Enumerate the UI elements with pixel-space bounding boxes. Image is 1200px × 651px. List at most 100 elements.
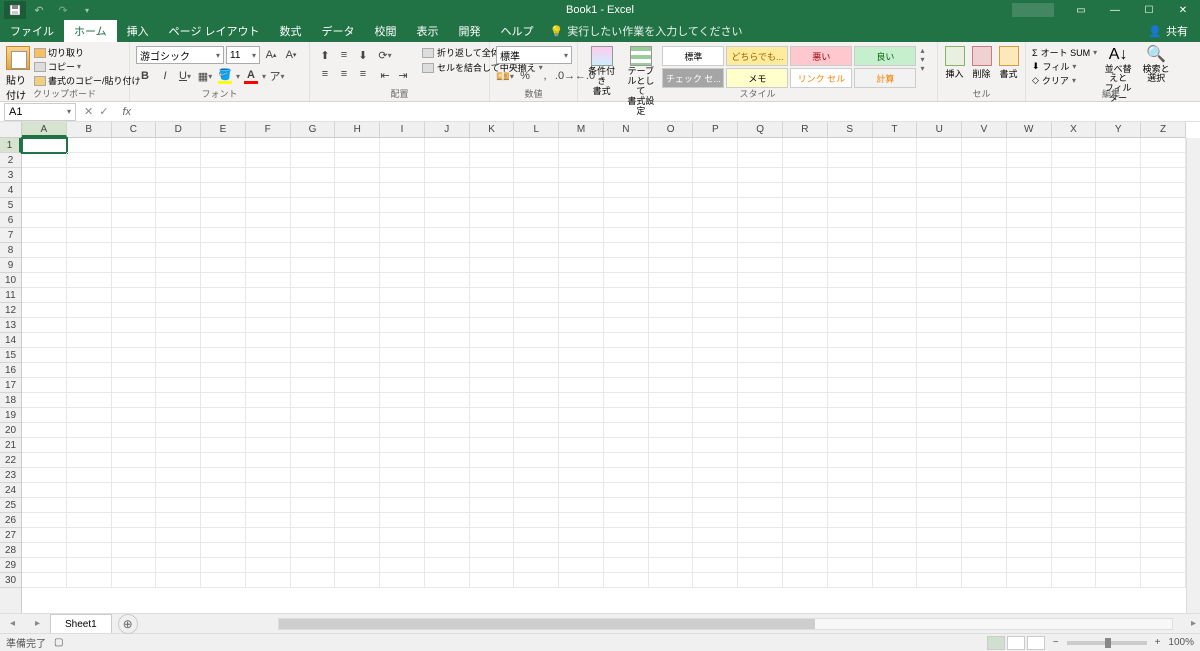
cell-A19[interactable]	[22, 408, 67, 423]
cell-L7[interactable]	[514, 228, 559, 243]
cell-T23[interactable]	[873, 468, 918, 483]
cell-N13[interactable]	[604, 318, 649, 333]
cell-Q3[interactable]	[738, 168, 783, 183]
cell-E2[interactable]	[201, 153, 246, 168]
cell-J6[interactable]	[425, 213, 470, 228]
cell-D30[interactable]	[156, 573, 201, 588]
cell-L16[interactable]	[514, 363, 559, 378]
cell-X15[interactable]	[1052, 348, 1097, 363]
cell-H20[interactable]	[335, 423, 380, 438]
cell-L10[interactable]	[514, 273, 559, 288]
cell-F2[interactable]	[246, 153, 291, 168]
cell-O9[interactable]	[649, 258, 694, 273]
cell-K30[interactable]	[470, 573, 515, 588]
macro-record-icon[interactable]: ▢	[54, 637, 63, 648]
cell-V18[interactable]	[962, 393, 1007, 408]
row-header-3[interactable]: 3	[0, 168, 21, 183]
cell-I23[interactable]	[380, 468, 425, 483]
cell-U27[interactable]	[917, 528, 962, 543]
cell-U11[interactable]	[917, 288, 962, 303]
cell-styles-gallery[interactable]: 標準どちらでも...悪い良いチェック セ...メモリンク セル計算	[662, 46, 916, 88]
cell-N12[interactable]	[604, 303, 649, 318]
cell-C13[interactable]	[112, 318, 157, 333]
cell-L3[interactable]	[514, 168, 559, 183]
cell-V22[interactable]	[962, 453, 1007, 468]
cell-E5[interactable]	[201, 198, 246, 213]
cell-I21[interactable]	[380, 438, 425, 453]
cell-U13[interactable]	[917, 318, 962, 333]
cell-L29[interactable]	[514, 558, 559, 573]
cell-H19[interactable]	[335, 408, 380, 423]
cell-F6[interactable]	[246, 213, 291, 228]
cell-A5[interactable]	[22, 198, 67, 213]
increase-font-button[interactable]: A▴	[262, 46, 280, 64]
cell-C12[interactable]	[112, 303, 157, 318]
cell-U12[interactable]	[917, 303, 962, 318]
cell-M25[interactable]	[559, 498, 604, 513]
cell-M15[interactable]	[559, 348, 604, 363]
cell-X22[interactable]	[1052, 453, 1097, 468]
cell-P9[interactable]	[693, 258, 738, 273]
cell-H13[interactable]	[335, 318, 380, 333]
cell-G16[interactable]	[291, 363, 336, 378]
row-header-30[interactable]: 30	[0, 573, 21, 588]
cell-A15[interactable]	[22, 348, 67, 363]
align-center-button[interactable]: ≡	[335, 65, 353, 83]
tab-挿入[interactable]: 挿入	[117, 20, 159, 42]
cell-V2[interactable]	[962, 153, 1007, 168]
cell-R19[interactable]	[783, 408, 828, 423]
cell-K2[interactable]	[470, 153, 515, 168]
cell-K24[interactable]	[470, 483, 515, 498]
cell-I16[interactable]	[380, 363, 425, 378]
cell-V5[interactable]	[962, 198, 1007, 213]
cell-Q24[interactable]	[738, 483, 783, 498]
cell-C21[interactable]	[112, 438, 157, 453]
cell-G26[interactable]	[291, 513, 336, 528]
cell-Z1[interactable]	[1141, 138, 1186, 153]
cell-Z29[interactable]	[1141, 558, 1186, 573]
cell-A18[interactable]	[22, 393, 67, 408]
cell-A23[interactable]	[22, 468, 67, 483]
cell-S27[interactable]	[828, 528, 873, 543]
cell-W29[interactable]	[1007, 558, 1052, 573]
cell-J1[interactable]	[425, 138, 470, 153]
cell-P10[interactable]	[693, 273, 738, 288]
cell-N2[interactable]	[604, 153, 649, 168]
cell-H27[interactable]	[335, 528, 380, 543]
cell-F28[interactable]	[246, 543, 291, 558]
cell-A6[interactable]	[22, 213, 67, 228]
row-header-5[interactable]: 5	[0, 198, 21, 213]
cell-Q26[interactable]	[738, 513, 783, 528]
cell-M7[interactable]	[559, 228, 604, 243]
cell-U5[interactable]	[917, 198, 962, 213]
cell-J26[interactable]	[425, 513, 470, 528]
cell-H8[interactable]	[335, 243, 380, 258]
cell-I9[interactable]	[380, 258, 425, 273]
cell-Q23[interactable]	[738, 468, 783, 483]
cell-Z24[interactable]	[1141, 483, 1186, 498]
cell-C23[interactable]	[112, 468, 157, 483]
cell-T2[interactable]	[873, 153, 918, 168]
cell-S8[interactable]	[828, 243, 873, 258]
cell-X3[interactable]	[1052, 168, 1097, 183]
style-cell[interactable]: メモ	[726, 68, 788, 88]
cell-E17[interactable]	[201, 378, 246, 393]
cell-Q21[interactable]	[738, 438, 783, 453]
cell-W14[interactable]	[1007, 333, 1052, 348]
cell-S28[interactable]	[828, 543, 873, 558]
cell-B24[interactable]	[67, 483, 112, 498]
cell-Q14[interactable]	[738, 333, 783, 348]
cell-H12[interactable]	[335, 303, 380, 318]
cell-C8[interactable]	[112, 243, 157, 258]
cell-K5[interactable]	[470, 198, 515, 213]
cell-I22[interactable]	[380, 453, 425, 468]
cell-R7[interactable]	[783, 228, 828, 243]
style-cell[interactable]: 悪い	[790, 46, 852, 66]
cell-J30[interactable]	[425, 573, 470, 588]
cell-O27[interactable]	[649, 528, 694, 543]
row-header-4[interactable]: 4	[0, 183, 21, 198]
tab-file[interactable]: ファイル	[0, 20, 64, 42]
col-header-W[interactable]: W	[1007, 122, 1052, 137]
cell-E3[interactable]	[201, 168, 246, 183]
cell-N27[interactable]	[604, 528, 649, 543]
